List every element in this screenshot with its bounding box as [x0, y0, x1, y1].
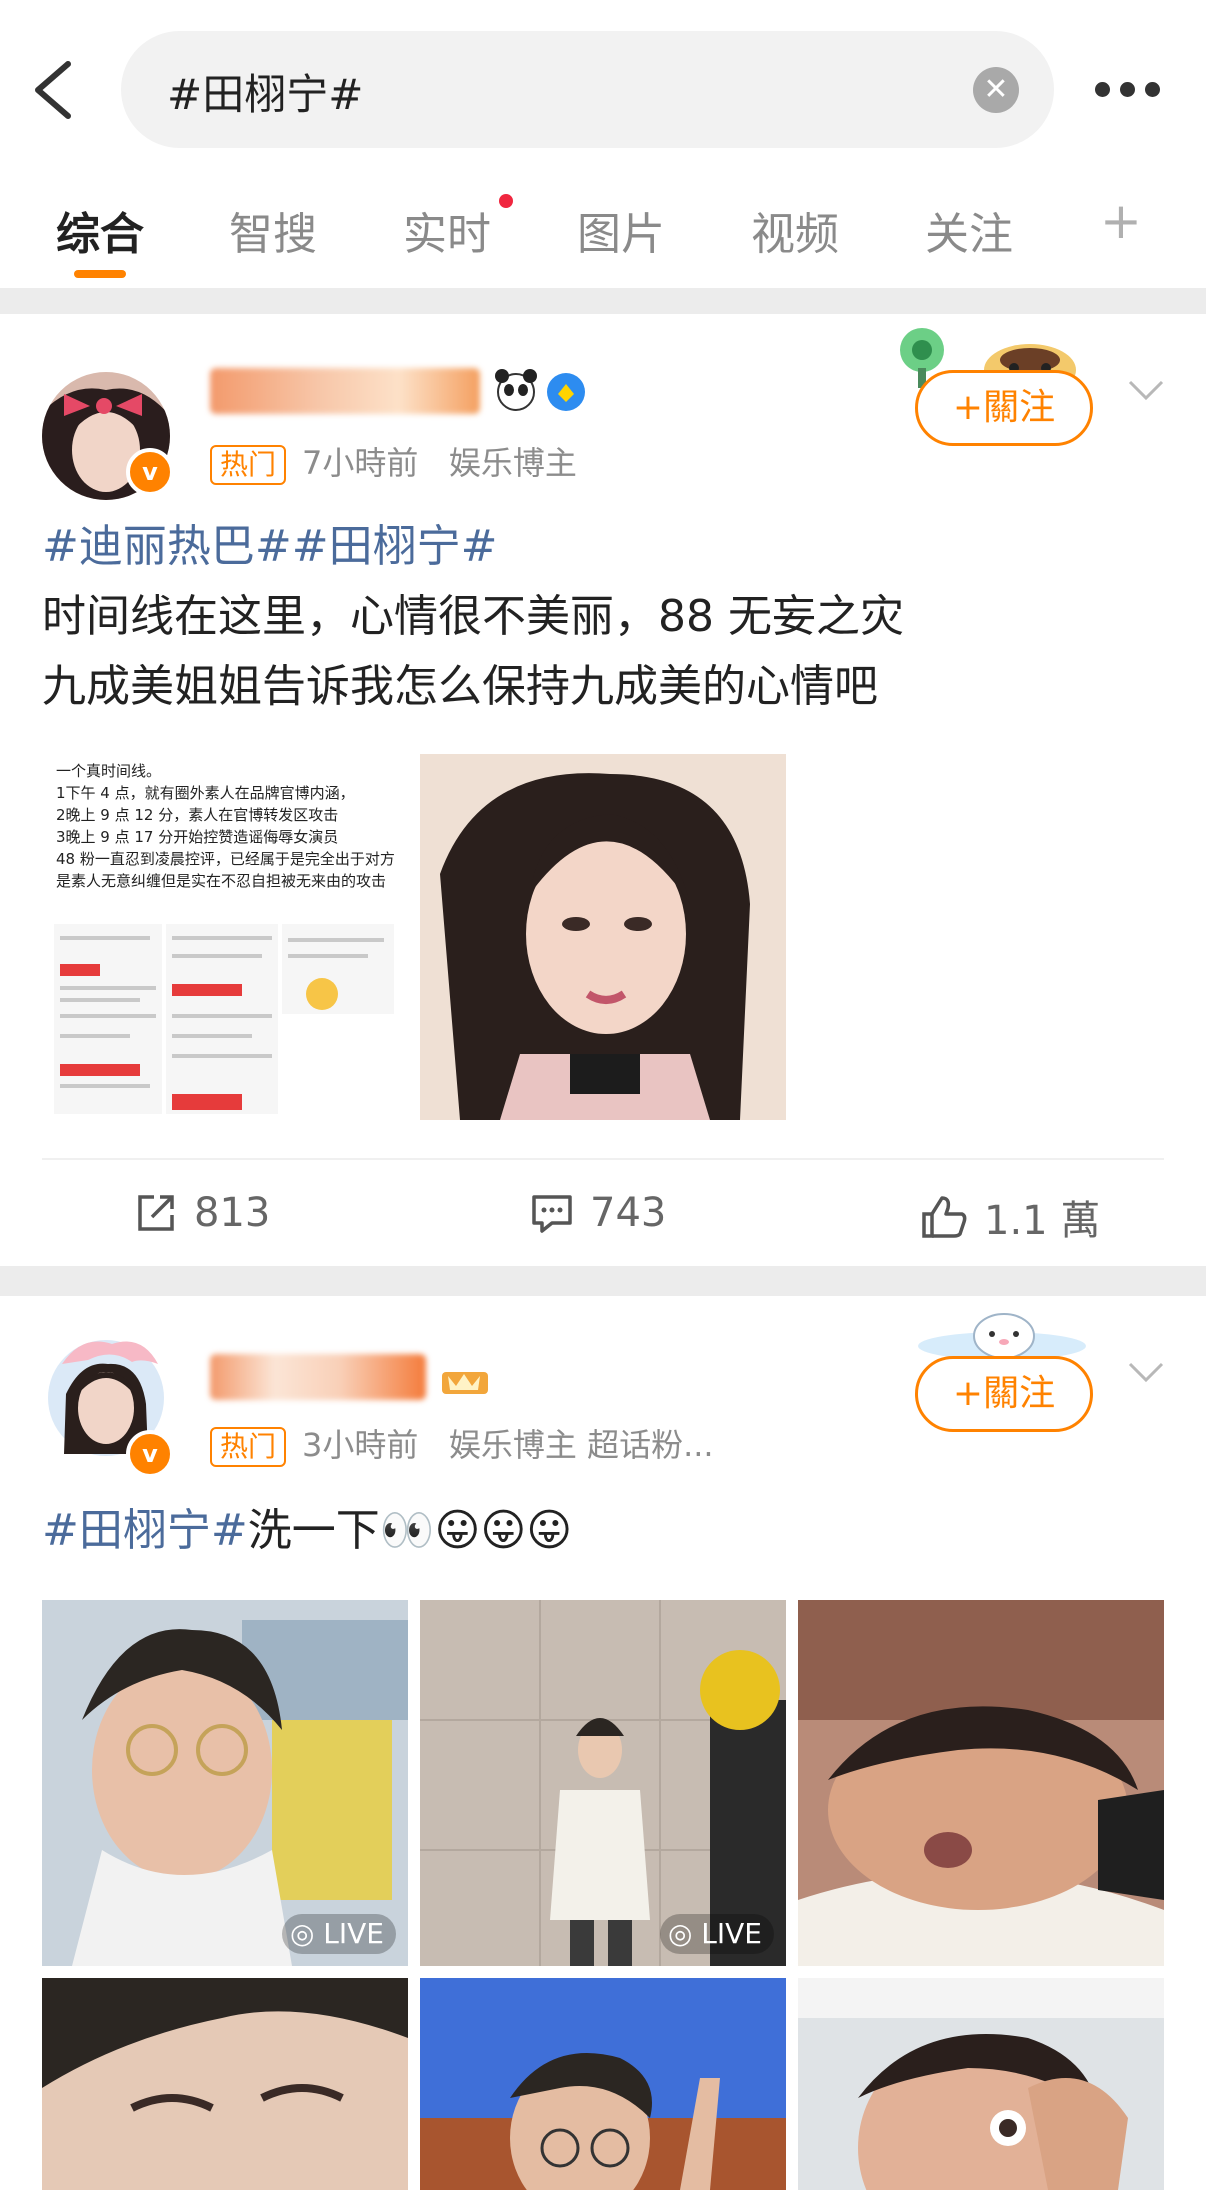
- image-text: 3晚上 9 点 17 分开始控赞造谣侮辱女演员: [56, 828, 339, 846]
- selfie-photo: [42, 1600, 408, 1966]
- thumbs-up-icon: [922, 1196, 967, 1238]
- post-image[interactable]: [798, 1978, 1164, 2190]
- divider: [0, 1266, 1206, 1296]
- tab-videos[interactable]: 视频: [751, 198, 839, 262]
- search-query[interactable]: #田栩宁#: [167, 61, 363, 122]
- closeup-photo: [42, 1978, 408, 2190]
- user-role: 娱乐博主: [448, 444, 577, 482]
- active-tab-indicator: [74, 270, 126, 278]
- post-image[interactable]: ◎ LIVE: [42, 1600, 408, 1966]
- username[interactable]: [210, 1354, 426, 1400]
- back-arrow-icon[interactable]: [28, 58, 78, 122]
- more-dots-icon[interactable]: [1095, 78, 1161, 100]
- verified-badge: v: [126, 448, 174, 496]
- image-text: 1下午 4 点，就有圈外素人在品牌官博内涵，: [56, 784, 355, 802]
- elevator-photo: [420, 1600, 786, 1966]
- add-tab-button[interactable]: +: [1100, 192, 1142, 250]
- tab-comprehensive[interactable]: 综合: [56, 198, 144, 262]
- screenshot-collage: [54, 924, 394, 1114]
- image-text: 2晚上 9 点 12 分，素人在官博转发区攻击: [56, 806, 339, 824]
- post-image[interactable]: [420, 754, 786, 1120]
- tab-smart-search[interactable]: 智搜: [229, 198, 317, 262]
- topic-link[interactable]: #田栩宁#: [42, 1505, 248, 1556]
- tab-realtime[interactable]: 实时: [403, 198, 491, 262]
- post-time: 7小時前: [302, 444, 419, 482]
- like-count: 1.1 萬: [984, 1198, 1101, 1244]
- funny-face-photo: [798, 1978, 1164, 2190]
- close-circle-icon[interactable]: ✕: [973, 67, 1019, 113]
- image-text: 48 粉一直忍到凌晨控评，已经属于是完全出于对方是素人无意纠缠但是实在不忍自担被…: [56, 850, 395, 890]
- sleeping-photo: [798, 1600, 1164, 1966]
- tab-following[interactable]: 关注: [925, 198, 1013, 262]
- share-icon: [138, 1195, 174, 1231]
- comment-icon: [532, 1195, 572, 1233]
- follow-button[interactable]: +關注: [915, 370, 1093, 446]
- live-label: LIVE: [323, 1917, 384, 1950]
- search-tabs: 综合 智搜 实时 图片 视频 关注 +: [0, 170, 1206, 288]
- post-actions: 813 743 1.1 萬: [42, 1158, 1164, 1270]
- post-image[interactable]: [420, 1978, 786, 2190]
- divider: [0, 288, 1206, 314]
- live-photo-badge: ◎ LIVE: [281, 1914, 396, 1954]
- chevron-down-icon[interactable]: [1126, 1360, 1166, 1384]
- follow-button[interactable]: +關注: [915, 1356, 1093, 1432]
- hot-tag: 热门: [210, 1427, 287, 1467]
- post-text: #迪丽热巴##田栩宁# 时间线在这里，心情很不美丽，88 无妄之灾 九成美姐姐告…: [42, 512, 904, 722]
- user-role: 娱乐博主 超话粉...: [448, 1426, 714, 1464]
- post-line: 时间线在这里，心情很不美丽，88 无妄之灾: [42, 591, 904, 642]
- portrait-photo: [420, 754, 786, 1120]
- username[interactable]: [210, 368, 480, 414]
- like-button[interactable]: 1.1 萬: [920, 1188, 1100, 1246]
- new-dot-badge: [499, 194, 513, 208]
- post-line: 洗一下👀😛😛😛: [247, 1505, 573, 1556]
- post-card: v 热门 7小時前 娱乐博主 +關注 #迪丽热巴##田栩宁# 时间线在这里，心情很…: [0, 314, 1206, 1266]
- verified-blue-icon: [547, 373, 585, 411]
- chevron-down-icon[interactable]: [1126, 378, 1166, 402]
- post-card: v 热门 3小時前 娱乐博主 超话粉... +關注 #田栩宁#洗一下👀😛😛😛 ◎…: [0, 1296, 1206, 2190]
- comment-button[interactable]: 743: [530, 1188, 666, 1236]
- hot-tag: 热门: [210, 445, 287, 485]
- live-photo-badge: ◎ LIVE: [659, 1914, 774, 1954]
- comment-count: 743: [590, 1190, 667, 1236]
- post-text: #田栩宁#洗一下👀😛😛😛: [42, 1496, 572, 1566]
- post-meta: 热门 7小時前 娱乐博主: [210, 438, 577, 485]
- search-header: #田栩宁# ✕: [0, 0, 1206, 170]
- post-image[interactable]: 一个真时间线。 1下午 4 点，就有圈外素人在品牌官博内涵， 2晚上 9 点 1…: [42, 754, 408, 1120]
- live-label: LIVE: [701, 1917, 762, 1950]
- outdoor-photo: [420, 1978, 786, 2190]
- verified-badge: v: [126, 1430, 174, 1478]
- repost-button[interactable]: 813: [134, 1188, 270, 1236]
- post-image[interactable]: ◎ LIVE: [420, 1600, 786, 1966]
- search-input[interactable]: #田栩宁# ✕: [121, 31, 1054, 148]
- post-line: 九成美姐姐告诉我怎么保持九成美的心情吧: [42, 661, 878, 712]
- panda-icon: [495, 369, 537, 411]
- image-text: 一个真时间线。: [56, 762, 162, 780]
- repost-count: 813: [194, 1190, 271, 1236]
- card-decoration: [918, 1313, 1086, 1360]
- topic-link[interactable]: #迪丽热巴##田栩宁#: [42, 512, 904, 582]
- post-image[interactable]: [798, 1600, 1164, 1966]
- crown-badge-icon: [442, 1372, 488, 1394]
- tab-images[interactable]: 图片: [577, 198, 665, 262]
- post-image[interactable]: [42, 1978, 408, 2190]
- post-meta: 热门 3小時前 娱乐博主 超话粉...: [210, 1420, 714, 1467]
- post-time: 3小時前: [302, 1426, 419, 1464]
